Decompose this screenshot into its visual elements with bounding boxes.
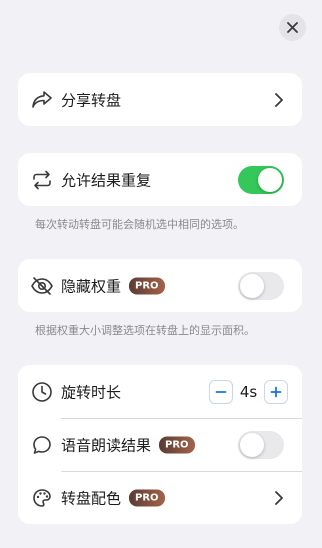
- repeat-row: 允许结果重复: [18, 153, 302, 206]
- close-button[interactable]: [279, 14, 306, 41]
- decrement-button[interactable]: [209, 379, 233, 404]
- close-icon: [287, 22, 298, 33]
- duration-stepper: 4s: [209, 379, 288, 404]
- duration-value: 4s: [239, 382, 258, 401]
- share-label: 分享转盘: [61, 91, 122, 109]
- pro-badge: PRO: [129, 277, 165, 294]
- voice-row: 语音朗读结果 PRO: [18, 418, 302, 471]
- palette-icon: [30, 486, 54, 510]
- chevron-right-icon: [275, 92, 283, 107]
- hide-weight-label: 隐藏权重 PRO: [61, 275, 165, 296]
- voice-label: 语音朗读结果 PRO: [61, 434, 195, 455]
- share-icon: [30, 88, 54, 112]
- pro-badge: PRO: [159, 436, 195, 453]
- minus-icon: [215, 390, 227, 393]
- hide-weight-text: 隐藏权重: [61, 277, 122, 295]
- toggle-knob: [240, 273, 264, 298]
- hide-weight-toggle[interactable]: [238, 271, 284, 300]
- hide-weight-note: 根据权重大小调整选项在转盘上的显示面积。: [35, 324, 255, 337]
- plus-icon: [270, 386, 282, 397]
- color-text: 转盘配色: [61, 489, 122, 507]
- toggle-knob: [258, 167, 282, 192]
- toggle-knob: [240, 432, 264, 457]
- share-card: 分享转盘: [18, 73, 302, 126]
- repeat-icon: [30, 168, 54, 192]
- hide-weight-row: 隐藏权重 PRO: [18, 259, 302, 312]
- repeat-toggle[interactable]: [238, 165, 284, 194]
- clock-icon: [30, 380, 54, 404]
- increment-button[interactable]: [264, 379, 288, 404]
- pro-badge: PRO: [129, 489, 165, 506]
- repeat-label: 允许结果重复: [61, 171, 152, 189]
- chat-bubble-icon: [30, 433, 54, 457]
- repeat-note: 每次转动转盘可能会随机选中相同的选项。: [35, 218, 244, 231]
- repeat-card: 允许结果重复: [18, 153, 302, 206]
- color-label: 转盘配色 PRO: [61, 487, 165, 508]
- duration-label: 旋转时长: [61, 383, 122, 401]
- color-row[interactable]: 转盘配色 PRO: [18, 471, 302, 524]
- duration-row: 旋转时长 4s: [18, 365, 302, 418]
- chevron-right-icon: [275, 490, 283, 505]
- eye-off-icon: [30, 274, 54, 298]
- settings-card: 旋转时长 4s 语音朗读结果 PRO 转盘配色 PRO: [18, 365, 302, 524]
- voice-toggle[interactable]: [238, 430, 284, 459]
- voice-text: 语音朗读结果: [61, 436, 152, 454]
- hide-weight-card: 隐藏权重 PRO: [18, 259, 302, 312]
- share-row[interactable]: 分享转盘: [18, 73, 302, 126]
